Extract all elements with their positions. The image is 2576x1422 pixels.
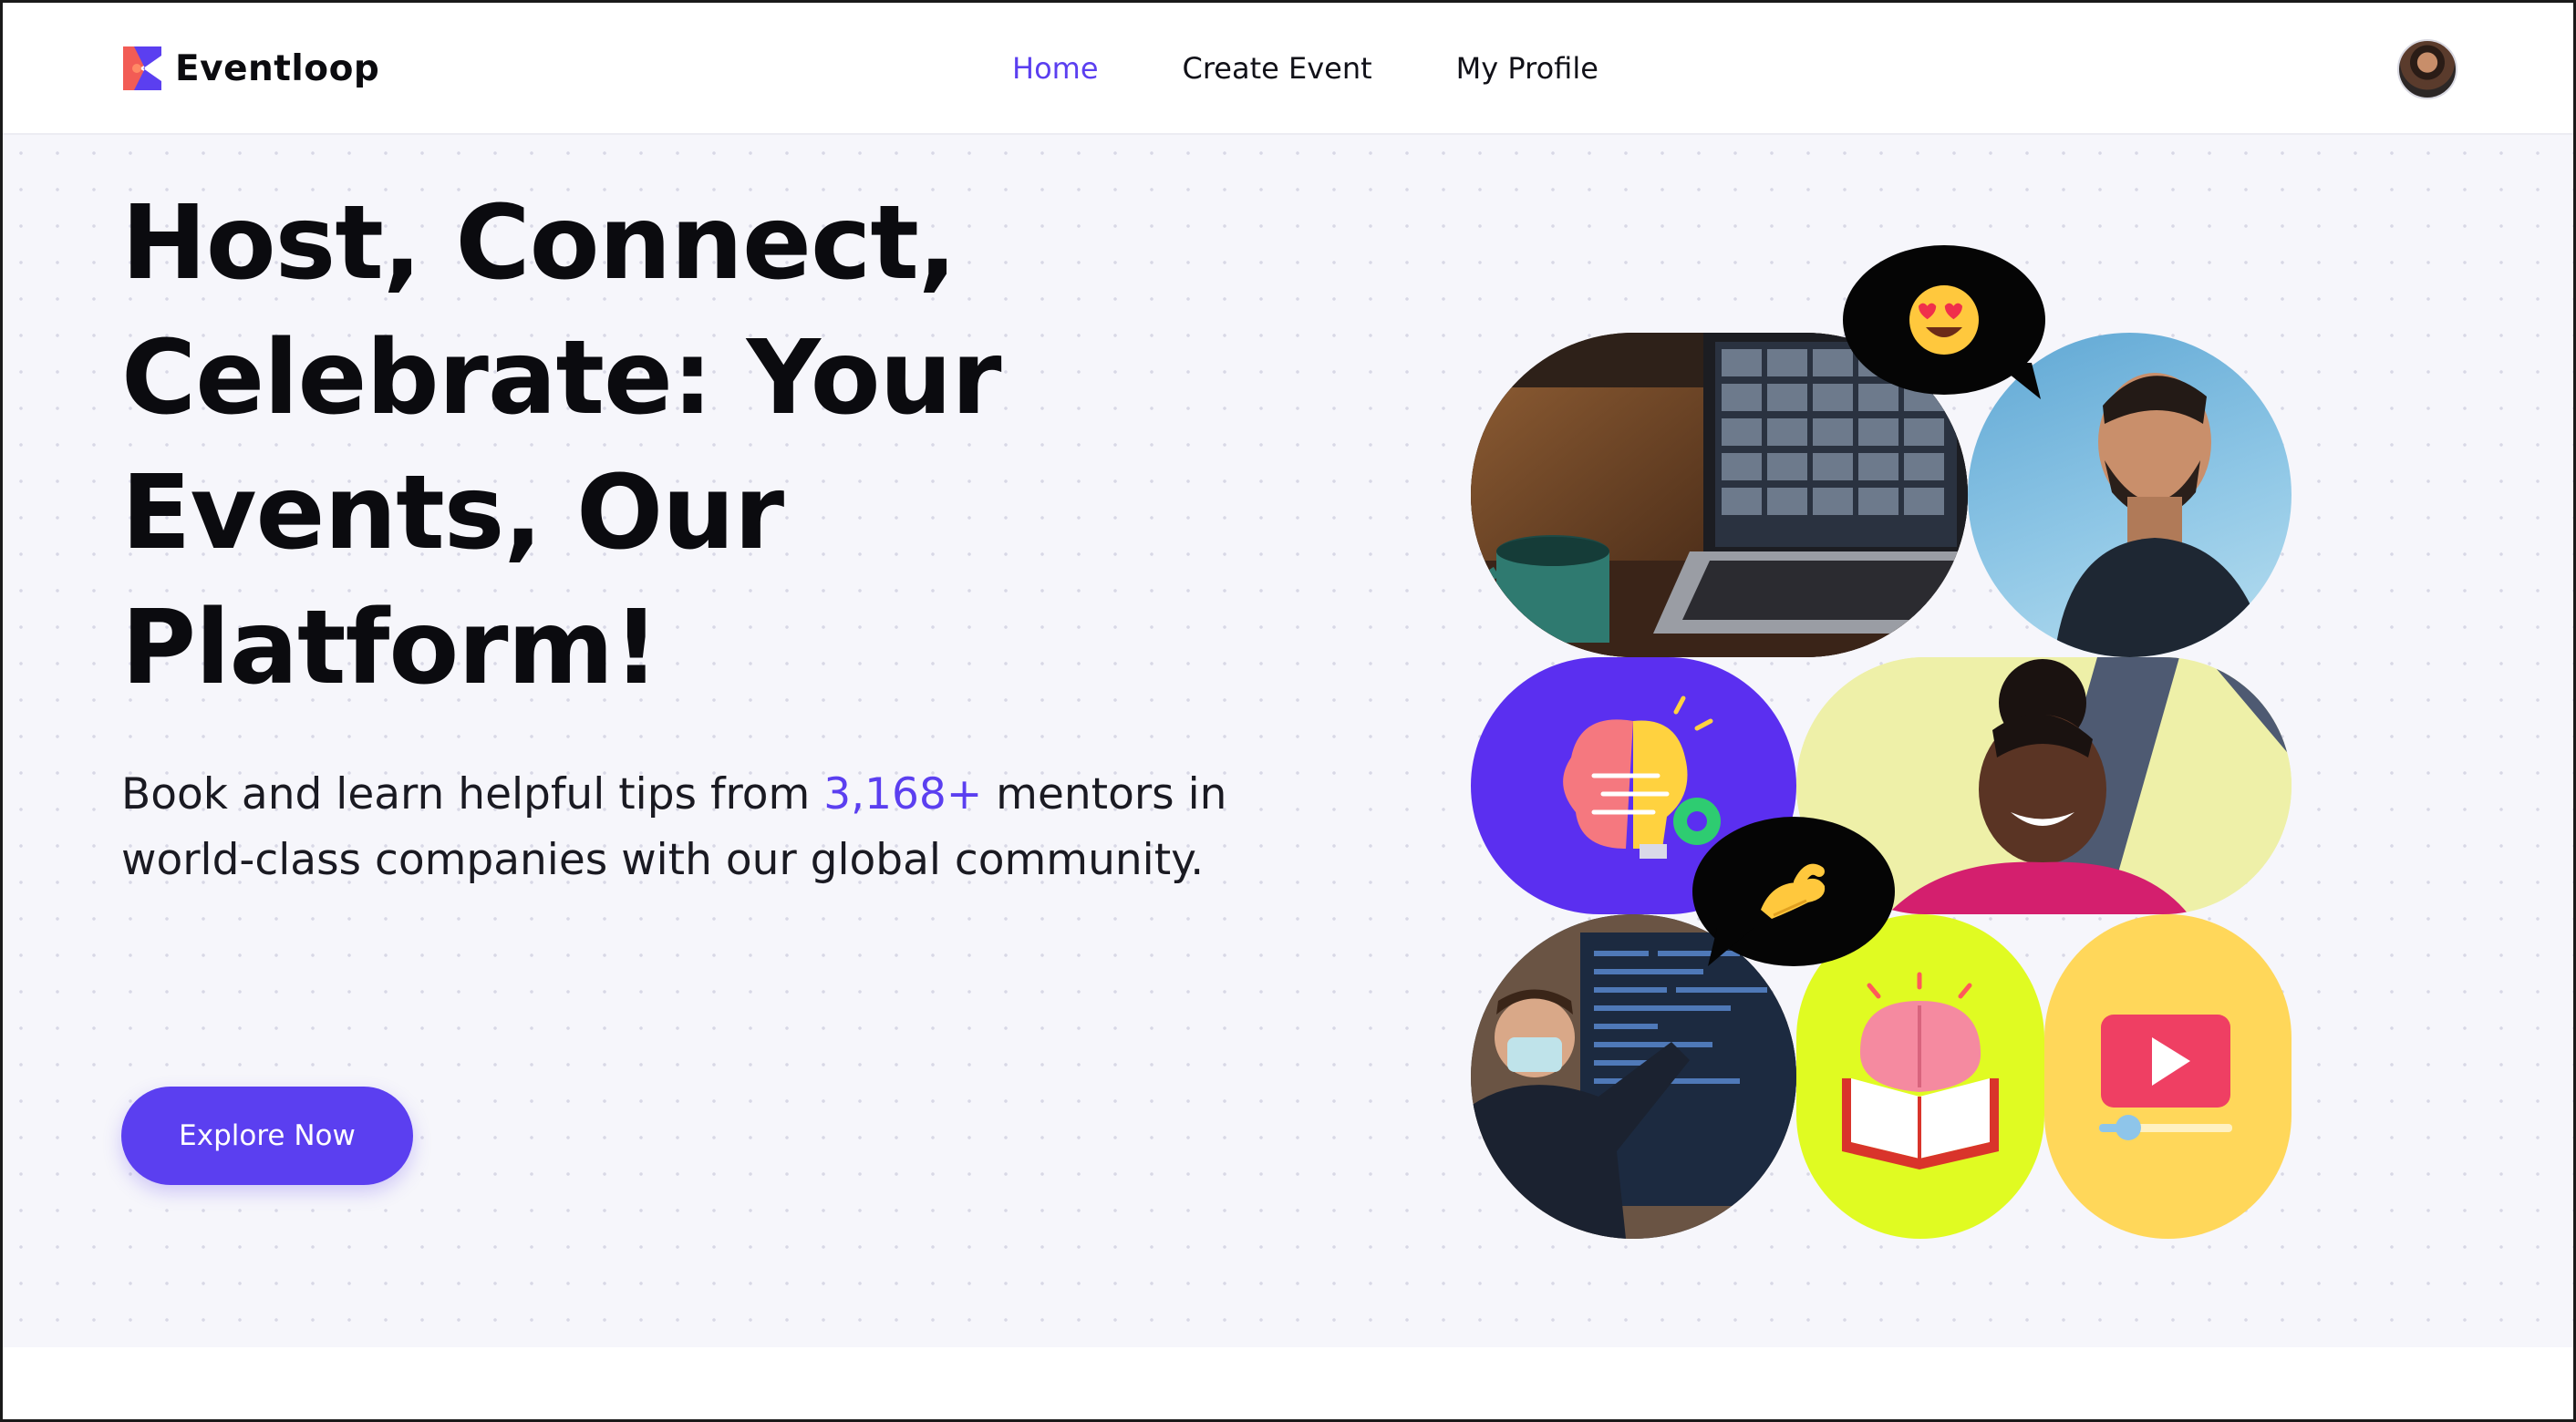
explore-now-button[interactable]: Explore Now bbox=[121, 1087, 413, 1185]
eventloop-logo-icon bbox=[123, 46, 161, 90]
hero-headline: Host, Connect, Celebrate: Your Events, O… bbox=[121, 176, 1051, 716]
page-frame: Eventloop Home Create Event My Profile H… bbox=[0, 0, 2576, 1422]
bubble-tail-2 bbox=[1708, 928, 1754, 966]
subtitle-suffix: mentors in bbox=[982, 769, 1227, 819]
video-player-icon bbox=[2044, 914, 2292, 1239]
mentor-count: 3,168+ bbox=[823, 769, 983, 819]
headline-line-2: Celebrate: Your bbox=[121, 319, 1002, 438]
below-hero-strip bbox=[3, 1347, 2573, 1419]
user-avatar[interactable] bbox=[2397, 39, 2457, 99]
headline-line-1: Host, Connect, bbox=[121, 184, 957, 303]
top-nav-bar: Eventloop Home Create Event My Profile bbox=[3, 3, 2573, 135]
main-nav: Home Create Event My Profile bbox=[1012, 46, 1598, 90]
brand-name: Eventloop bbox=[175, 47, 380, 89]
bubble-tail-1 bbox=[1995, 363, 2041, 399]
hero-subtitle: Book and learn helpful tips from 3,168+ … bbox=[121, 762, 1298, 893]
nav-home[interactable]: Home bbox=[1012, 51, 1099, 86]
brand-logo-link[interactable]: Eventloop bbox=[121, 44, 379, 93]
subtitle-line-1: Book and learn helpful tips from 3,168+ … bbox=[121, 762, 1298, 828]
nav-my-profile[interactable]: My Profile bbox=[1456, 51, 1598, 86]
pinching-hand-emoji-icon bbox=[1761, 863, 1826, 919]
headline-line-3: Events, Our bbox=[121, 454, 784, 572]
brain-book-icon bbox=[1796, 914, 2044, 1239]
headline-line-4: Platform! bbox=[121, 589, 659, 707]
subtitle-prefix: Book and learn helpful tips from bbox=[121, 769, 824, 819]
heart-eyes-emoji-icon bbox=[1909, 285, 1979, 355]
nav-create-event[interactable]: Create Event bbox=[1183, 51, 1372, 86]
subtitle-line-2: world-class companies with our global co… bbox=[121, 835, 1205, 885]
